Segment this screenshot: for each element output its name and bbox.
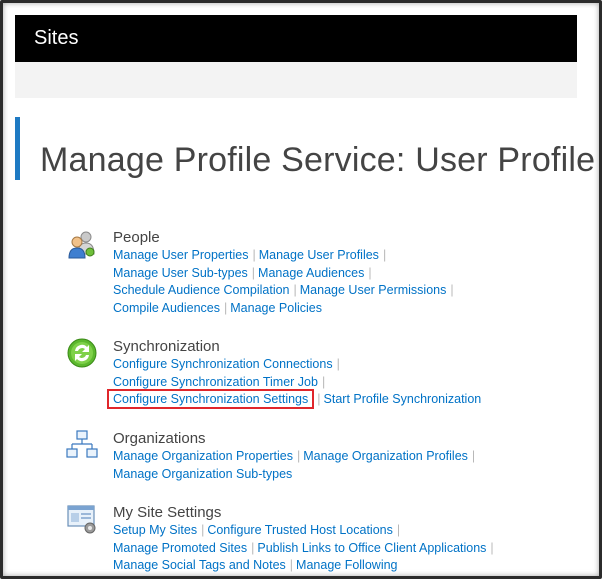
separator: | bbox=[289, 558, 294, 572]
separator: | bbox=[293, 283, 297, 297]
org-chart-icon bbox=[66, 430, 98, 458]
separator: | bbox=[450, 283, 454, 297]
link-row: Compile Audiences | Manage Policies bbox=[113, 300, 583, 318]
link-manage-user-properties[interactable]: Manage User Properties bbox=[113, 248, 248, 262]
separator: | bbox=[317, 392, 321, 406]
link-row: Manage Promoted Sites | Publish Links to O… bbox=[113, 540, 583, 558]
link-publish-links-office[interactable]: Publish Links to Office Client Applicati… bbox=[257, 541, 486, 555]
page-title: Manage Profile Service: User Profile bbox=[40, 141, 596, 179]
link-manage-user-sub-types[interactable]: Manage User Sub-types bbox=[113, 266, 248, 280]
link-configure-sync-timer-job[interactable]: Configure Synchronization Timer Job bbox=[113, 375, 318, 389]
separator: | bbox=[201, 523, 205, 537]
ribbon-bar bbox=[15, 62, 577, 98]
link-configure-sync-settings[interactable]: Configure Synchronization Settings bbox=[106, 389, 315, 409]
separator: | bbox=[251, 540, 255, 555]
link-manage-following[interactable]: Manage Following bbox=[296, 558, 397, 572]
link-manage-org-sub-types[interactable]: Manage Organization Sub-types bbox=[113, 467, 292, 481]
link-schedule-audience-compilation[interactable]: Schedule Audience Compilation bbox=[113, 283, 290, 297]
link-row: Setup My Sites | Configure Trusted Host Lo… bbox=[113, 522, 583, 540]
link-row: Configure Synchronization Connections | bbox=[113, 356, 583, 374]
link-manage-org-profiles[interactable]: Manage Organization Profiles bbox=[303, 449, 468, 463]
separator: | bbox=[490, 540, 494, 555]
separator: | bbox=[382, 248, 387, 262]
link-manage-audiences[interactable]: Manage Audiences bbox=[258, 266, 364, 280]
separator: | bbox=[252, 248, 256, 262]
link-row: Schedule Audience Compilation | Manage Use… bbox=[113, 282, 583, 300]
separator: | bbox=[296, 449, 301, 463]
separator: | bbox=[336, 357, 340, 371]
title-accent-bar bbox=[15, 117, 20, 180]
sync-icon bbox=[67, 338, 97, 368]
section-heading[interactable]: Synchronization bbox=[113, 337, 583, 356]
link-manage-policies[interactable]: Manage Policies bbox=[230, 301, 322, 315]
top-bar: Sites bbox=[15, 15, 577, 62]
link-row: Manage Organization Sub-types bbox=[113, 466, 583, 484]
link-row: Manage User Sub-types | Manage Audiences | bbox=[113, 265, 583, 283]
link-row: Manage Social Tags and Notes | Manage Foll… bbox=[113, 557, 583, 575]
link-compile-audiences[interactable]: Compile Audiences bbox=[113, 301, 220, 315]
separator: | bbox=[251, 265, 256, 280]
separator: | bbox=[368, 265, 372, 280]
app-window: Sites Manage Profile Service: User Profi… bbox=[0, 0, 602, 579]
link-manage-promoted-sites[interactable]: Manage Promoted Sites bbox=[113, 541, 247, 555]
section-heading[interactable]: My Site Settings bbox=[113, 503, 583, 522]
section-body: People Manage User Properties | Manage Use… bbox=[113, 228, 583, 317]
people-icon bbox=[68, 231, 95, 259]
link-setup-my-sites[interactable]: Setup My Sites bbox=[113, 523, 197, 537]
separator: | bbox=[471, 449, 476, 463]
link-row: Manage User Properties | Manage User Profi… bbox=[113, 247, 583, 265]
separator: | bbox=[224, 300, 228, 315]
section-body: Synchronization Configure Synchronizatio… bbox=[106, 337, 583, 409]
separator: | bbox=[321, 374, 326, 389]
link-manage-user-permissions[interactable]: Manage User Permissions bbox=[300, 283, 447, 297]
section-heading[interactable]: People bbox=[113, 228, 583, 247]
link-configure-trusted-host-locations[interactable]: Configure Trusted Host Locations bbox=[207, 523, 393, 537]
section-body: Organizations Manage Organization Proper… bbox=[113, 429, 583, 483]
link-manage-social-tags-notes[interactable]: Manage Social Tags and Notes bbox=[113, 558, 286, 572]
separator: | bbox=[396, 523, 401, 537]
link-row: Manage Organization Properties | Manage Or… bbox=[113, 448, 583, 466]
link-manage-user-profiles[interactable]: Manage User Profiles bbox=[259, 248, 379, 262]
link-row: Configure Synchronization Settings | Start… bbox=[106, 389, 583, 409]
my-site-icon bbox=[67, 505, 96, 534]
section-heading[interactable]: Organizations bbox=[113, 429, 583, 448]
site-title[interactable]: Sites bbox=[34, 27, 78, 49]
link-row: Configure Synchronization Timer Job | bbox=[113, 374, 583, 392]
section-body: My Site Settings Setup My Sites | Configur… bbox=[113, 503, 583, 575]
link-configure-sync-connections[interactable]: Configure Synchronization Connections bbox=[113, 357, 333, 371]
link-start-profile-sync[interactable]: Start Profile Synchronization bbox=[324, 392, 482, 406]
link-manage-org-properties[interactable]: Manage Organization Properties bbox=[113, 449, 293, 463]
